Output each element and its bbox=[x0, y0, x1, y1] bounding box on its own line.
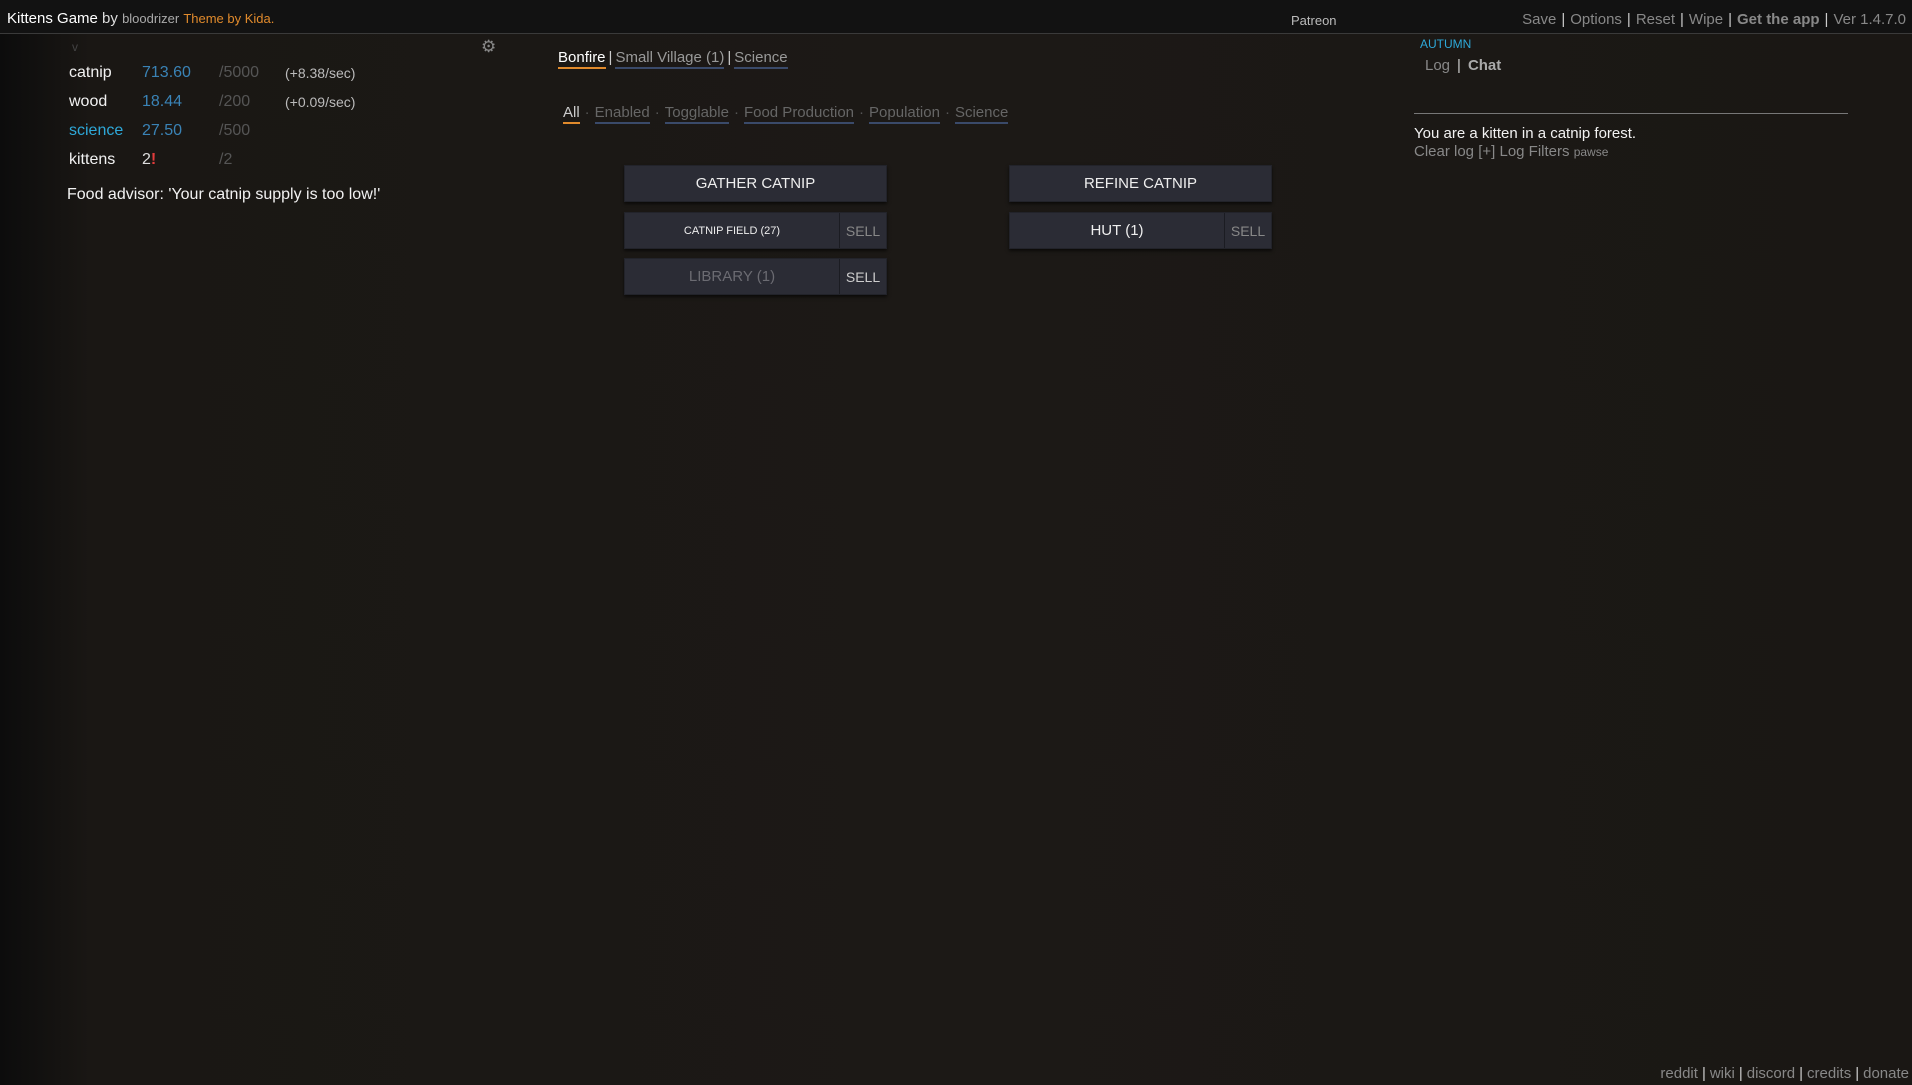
log-divider bbox=[1414, 113, 1848, 114]
resource-max: /5000 bbox=[219, 63, 260, 81]
discord-link[interactable]: discord bbox=[1747, 1065, 1795, 1082]
library-button[interactable]: LIBRARY (1) SELL bbox=[624, 258, 887, 295]
reset-link[interactable]: Reset bbox=[1636, 11, 1675, 28]
food-advisor: Food advisor: 'Your catnip supply is too… bbox=[67, 186, 381, 203]
resource-value: 2! bbox=[142, 145, 219, 174]
season-label: AUTUMN bbox=[1420, 37, 1472, 51]
hut-sell-button[interactable]: SELL bbox=[1224, 213, 1271, 248]
resource-max: /200 bbox=[219, 92, 251, 110]
resource-row-kittens: kittens 2! /2 bbox=[69, 145, 355, 174]
log-tabs: Log | Chat bbox=[1425, 57, 1502, 74]
tab-chat[interactable]: Chat bbox=[1468, 57, 1501, 74]
filter-togglable[interactable]: Togglable bbox=[664, 104, 729, 124]
resource-row-catnip: catnip 713.60 /5000 (+8.38/sec) bbox=[69, 58, 355, 87]
credits-link[interactable]: credits bbox=[1807, 1065, 1851, 1082]
top-menu: Save | Options | Reset | Wipe | Get the app | Ver … bbox=[1522, 11, 1906, 28]
brand: Kittens Game by bloodrizer Theme by Kida… bbox=[7, 10, 274, 27]
catnip-field-sell-button[interactable]: SELL bbox=[839, 213, 886, 248]
refine-catnip-label: REFINE CATNIP bbox=[1083, 175, 1198, 192]
log-message: You are a kitten in a catnip forest. bbox=[1414, 125, 1637, 142]
filter-food-production[interactable]: Food Production bbox=[743, 104, 855, 124]
wiki-link[interactable]: wiki bbox=[1710, 1065, 1735, 1082]
resource-rate bbox=[285, 145, 355, 174]
hut-button[interactable]: HUT (1) SELL bbox=[1009, 212, 1272, 249]
library-sell-button[interactable]: SELL bbox=[839, 259, 886, 294]
catnip-field-button[interactable]: CATNIP FIELD (27) SELL bbox=[624, 212, 887, 249]
filter-enabled[interactable]: Enabled bbox=[594, 104, 650, 124]
log-controls: Clear log [+] Log Filters pawse bbox=[1414, 143, 1608, 160]
warning-icon: ! bbox=[150, 150, 157, 168]
reddit-link[interactable]: reddit bbox=[1660, 1065, 1698, 1082]
get-app-link[interactable]: Get the app bbox=[1737, 11, 1820, 28]
version-link[interactable]: Ver 1.4.7.0 bbox=[1833, 11, 1906, 28]
resource-table: catnip 713.60 /5000 (+8.38/sec) wood 18.… bbox=[69, 58, 355, 174]
gear-icon[interactable]: ⚙ bbox=[481, 37, 496, 57]
resource-max: /500 bbox=[219, 121, 251, 139]
by-label: by bbox=[102, 10, 118, 27]
log-filters-expand[interactable]: [+] bbox=[1478, 143, 1495, 160]
tab-science[interactable]: Science bbox=[734, 49, 788, 69]
tab-log[interactable]: Log bbox=[1425, 57, 1450, 74]
resource-row-science: science 27.50 /500 bbox=[69, 116, 355, 145]
theme-link[interactable]: Theme by Kida. bbox=[183, 11, 274, 26]
collapse-toggle[interactable]: v bbox=[72, 40, 78, 54]
resource-rate: (+8.38/sec) bbox=[285, 64, 356, 81]
resource-value: 713.60 bbox=[142, 63, 191, 81]
footer-links: reddit | wiki | discord | credits | donate bbox=[1660, 1065, 1909, 1082]
gather-catnip-button[interactable]: GATHER CATNIP bbox=[624, 165, 887, 202]
filter-population[interactable]: Population bbox=[869, 104, 940, 124]
resource-rate bbox=[285, 116, 355, 145]
patreon-link[interactable]: Patreon bbox=[1291, 13, 1337, 28]
options-link[interactable]: Options bbox=[1570, 11, 1622, 28]
hut-label: HUT (1) bbox=[1090, 222, 1144, 239]
resource-max: /2 bbox=[219, 150, 233, 168]
filter-all[interactable]: All bbox=[563, 104, 580, 124]
resource-value: 18.44 bbox=[142, 92, 183, 110]
catnip-field-label: CATNIP FIELD (27) bbox=[683, 224, 781, 237]
wipe-link[interactable]: Wipe bbox=[1689, 11, 1723, 28]
resource-row-wood: wood 18.44 /200 (+0.09/sec) bbox=[69, 87, 355, 116]
tab-bonfire[interactable]: Bonfire bbox=[558, 49, 606, 69]
resource-name: wood bbox=[69, 92, 108, 110]
donate-link[interactable]: donate bbox=[1863, 1065, 1909, 1082]
resource-value: 27.50 bbox=[142, 121, 183, 139]
filter-science[interactable]: Science bbox=[954, 104, 1009, 124]
refine-catnip-button[interactable]: REFINE CATNIP bbox=[1009, 165, 1272, 202]
resource-name: science bbox=[69, 121, 124, 139]
building-filters: All · Enabled · Togglable · Food Production · Po… bbox=[563, 104, 1009, 124]
library-label: LIBRARY (1) bbox=[688, 268, 776, 285]
resource-name: kittens bbox=[69, 150, 116, 168]
author-link[interactable]: bloodrizer bbox=[122, 11, 179, 26]
top-bar: Kittens Game by bloodrizer Theme by Kida… bbox=[0, 0, 1912, 34]
gather-catnip-label: GATHER CATNIP bbox=[695, 175, 816, 192]
kittens-count: 2 bbox=[142, 150, 151, 168]
clear-log-link[interactable]: Clear log bbox=[1414, 143, 1474, 160]
save-link[interactable]: Save bbox=[1522, 11, 1556, 28]
main-tabs: Bonfire | Small Village (1) | Science bbox=[558, 49, 788, 69]
resource-name: catnip bbox=[69, 63, 112, 81]
resource-rate: (+0.09/sec) bbox=[285, 93, 356, 110]
pawse-link[interactable]: pawse bbox=[1574, 145, 1609, 159]
game-title: Kittens Game bbox=[7, 10, 98, 27]
log-filters-label: Log Filters bbox=[1499, 143, 1570, 160]
tab-small-village[interactable]: Small Village (1) bbox=[615, 49, 725, 69]
